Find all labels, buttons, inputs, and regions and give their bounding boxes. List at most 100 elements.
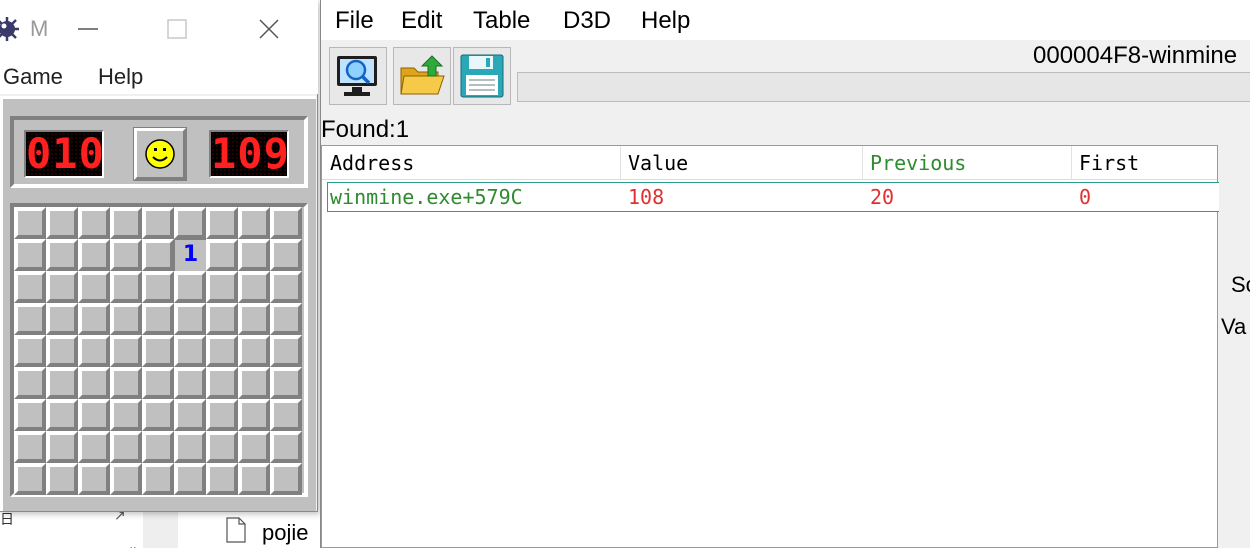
column-value[interactable]: Value (628, 151, 688, 175)
mine-cell[interactable] (270, 431, 302, 463)
mine-cell[interactable] (110, 207, 142, 239)
mine-cell[interactable] (270, 303, 302, 335)
mine-cell[interactable] (78, 431, 110, 463)
mine-cell[interactable] (270, 463, 302, 495)
mine-cell[interactable] (206, 303, 238, 335)
mine-cell[interactable] (46, 271, 78, 303)
menu-table[interactable]: Table (473, 7, 530, 35)
mine-cell[interactable] (206, 463, 238, 495)
mine-cell[interactable] (174, 207, 206, 239)
mine-cell-revealed[interactable]: 1 (174, 239, 206, 271)
mine-cell[interactable] (142, 207, 174, 239)
mine-cell[interactable] (270, 271, 302, 303)
mine-cell[interactable] (142, 239, 174, 271)
mine-cell[interactable] (46, 463, 78, 495)
mine-cell[interactable] (46, 335, 78, 367)
column-address[interactable]: Address (330, 151, 414, 175)
mine-cell[interactable] (142, 367, 174, 399)
mine-cell[interactable] (110, 303, 142, 335)
mine-cell[interactable] (270, 367, 302, 399)
mine-cell[interactable] (238, 271, 270, 303)
mine-cell[interactable] (174, 431, 206, 463)
close-icon[interactable] (255, 14, 283, 44)
mine-cell[interactable] (46, 207, 78, 239)
mine-cell[interactable] (78, 239, 110, 271)
mine-cell[interactable] (110, 463, 142, 495)
mine-cell[interactable] (14, 207, 46, 239)
result-row[interactable]: winmine.exe+579C 108 20 0 (327, 182, 1219, 212)
mine-cell[interactable] (206, 399, 238, 431)
mine-cell[interactable] (14, 239, 46, 271)
mine-cell[interactable] (238, 367, 270, 399)
minimize-icon[interactable] (74, 14, 102, 44)
mine-cell[interactable] (206, 239, 238, 271)
column-divider[interactable] (1071, 146, 1072, 180)
mine-cell[interactable] (78, 271, 110, 303)
mine-cell[interactable] (142, 335, 174, 367)
mine-cell[interactable] (78, 207, 110, 239)
mine-cell[interactable] (14, 335, 46, 367)
maximize-icon[interactable] (164, 14, 192, 44)
mine-cell[interactable] (78, 303, 110, 335)
save-button[interactable] (453, 47, 511, 105)
mine-cell[interactable] (46, 431, 78, 463)
mine-cell[interactable] (46, 239, 78, 271)
column-previous[interactable]: Previous (870, 151, 966, 175)
mine-cell[interactable] (142, 399, 174, 431)
mine-cell[interactable] (270, 239, 302, 271)
mine-cell[interactable] (14, 303, 46, 335)
mine-cell[interactable] (142, 303, 174, 335)
mine-cell[interactable] (142, 463, 174, 495)
mine-cell[interactable] (142, 271, 174, 303)
mine-cell[interactable] (14, 271, 46, 303)
mine-cell[interactable] (238, 207, 270, 239)
file-name[interactable]: pojie (262, 520, 308, 546)
menu-file[interactable]: File (335, 7, 374, 35)
smiley-face-button[interactable] (133, 127, 187, 181)
mine-cell[interactable] (110, 239, 142, 271)
mine-cell[interactable] (206, 271, 238, 303)
menu-help[interactable]: Help (98, 64, 143, 90)
open-file-button[interactable] (393, 47, 451, 105)
mine-cell[interactable] (174, 303, 206, 335)
mine-cell[interactable] (110, 271, 142, 303)
mine-cell[interactable] (174, 463, 206, 495)
mine-cell[interactable] (270, 335, 302, 367)
mine-cell[interactable] (206, 207, 238, 239)
menu-edit[interactable]: Edit (401, 7, 442, 35)
mine-cell[interactable] (238, 335, 270, 367)
mine-cell[interactable] (110, 431, 142, 463)
results-list[interactable]: Address Value Previous First winmine.exe… (321, 145, 1219, 548)
mine-cell[interactable] (238, 463, 270, 495)
menu-d3d[interactable]: D3D (563, 7, 611, 35)
menu-game[interactable]: Game (3, 64, 63, 90)
menu-help[interactable]: Help (641, 7, 690, 35)
column-divider[interactable] (620, 146, 621, 180)
mine-cell[interactable] (110, 367, 142, 399)
mine-cell[interactable] (110, 335, 142, 367)
mine-cell[interactable] (206, 335, 238, 367)
mine-cell[interactable] (14, 431, 46, 463)
mine-cell[interactable] (238, 239, 270, 271)
mine-cell[interactable] (14, 367, 46, 399)
mine-cell[interactable] (174, 335, 206, 367)
mine-cell[interactable] (110, 399, 142, 431)
mine-cell[interactable] (78, 463, 110, 495)
mine-cell[interactable] (142, 431, 174, 463)
mine-cell[interactable] (270, 399, 302, 431)
mine-cell[interactable] (174, 399, 206, 431)
mine-cell[interactable] (78, 335, 110, 367)
mine-cell[interactable] (14, 399, 46, 431)
mine-cell[interactable] (46, 303, 78, 335)
mine-cell[interactable] (46, 367, 78, 399)
mine-cell[interactable] (78, 367, 110, 399)
mine-cell[interactable] (174, 271, 206, 303)
mine-cell[interactable] (206, 367, 238, 399)
mine-cell[interactable] (206, 431, 238, 463)
mine-cell[interactable] (238, 399, 270, 431)
mine-cell[interactable] (46, 399, 78, 431)
select-process-button[interactable] (329, 47, 387, 105)
mine-cell[interactable] (238, 431, 270, 463)
minesweeper-titlebar[interactable]: M (0, 0, 318, 58)
mine-cell[interactable] (14, 463, 46, 495)
